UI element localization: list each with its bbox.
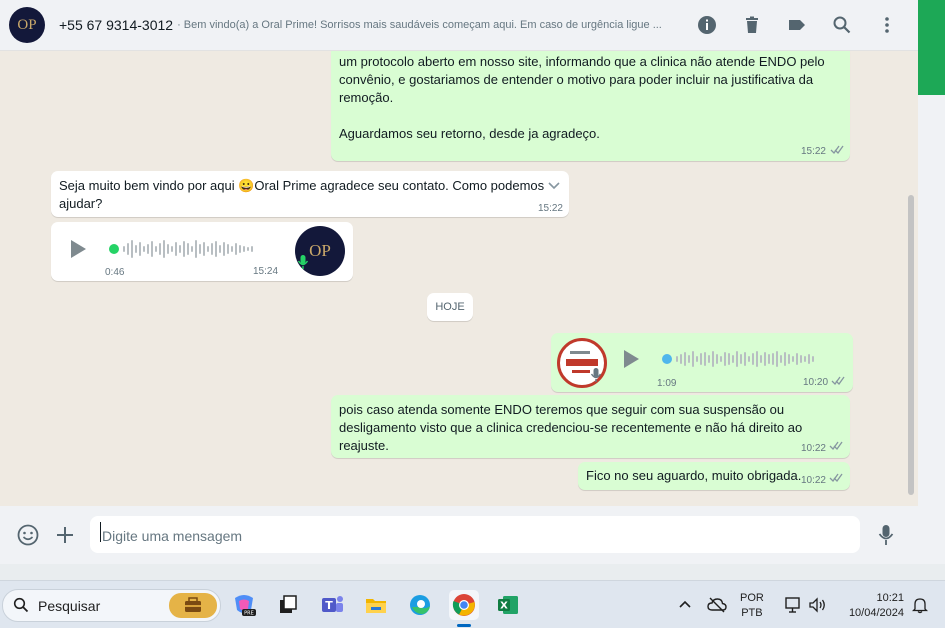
message-composer bbox=[0, 506, 918, 564]
message-time: 15:22 bbox=[537, 203, 563, 214]
double-check-icon bbox=[830, 145, 844, 158]
window-bottom-edge bbox=[0, 564, 945, 580]
double-check-icon bbox=[829, 473, 843, 486]
audio-waveform[interactable] bbox=[123, 238, 253, 260]
microphone-icon[interactable] bbox=[874, 523, 898, 547]
audio-duration: 1:09 bbox=[657, 378, 677, 389]
audio-progress-dot[interactable] bbox=[662, 354, 672, 364]
chevron-up-icon[interactable] bbox=[670, 590, 700, 620]
copilot-icon[interactable]: PRE bbox=[229, 590, 259, 620]
message-text-line: remoção. bbox=[339, 90, 394, 105]
window-edge bbox=[918, 0, 945, 95]
audio-duration: 0:46 bbox=[105, 267, 125, 278]
voice-message[interactable]: 0:46 15:24 OP bbox=[51, 222, 353, 281]
keyboard-language[interactable]: POR PTB bbox=[740, 591, 764, 621]
message-bubble[interactable]: Fico no seu aguardo, muito obrigada. 10:… bbox=[578, 462, 850, 490]
chevron-down-icon[interactable] bbox=[547, 179, 561, 193]
audio-waveform[interactable] bbox=[676, 348, 814, 370]
contact-status: · Bem vindo(a) a Oral Prime! Sorrisos ma… bbox=[177, 19, 662, 31]
message-time: 15:22 bbox=[800, 146, 826, 157]
side-panel-edge bbox=[918, 95, 945, 580]
message-text-line: pois caso atenda somente ENDO teremos qu… bbox=[339, 402, 785, 417]
double-check-icon bbox=[831, 376, 845, 389]
message-input[interactable] bbox=[90, 516, 844, 555]
file-explorer-icon[interactable] bbox=[361, 590, 391, 620]
message-text-line: desligamento visto que a clinica credenc… bbox=[339, 420, 803, 453]
message-text: ajudar? bbox=[59, 196, 103, 211]
voice-message[interactable]: 1:09 10:20 bbox=[551, 333, 853, 392]
layout-code: PTB bbox=[741, 607, 763, 619]
message-time: 15:24 bbox=[253, 266, 279, 277]
message-time: 10:20 bbox=[803, 377, 829, 388]
search-icon[interactable] bbox=[829, 12, 855, 38]
play-icon[interactable] bbox=[624, 350, 639, 368]
message-text: Oral Prime agradece seu contato. Como po… bbox=[254, 178, 545, 193]
mic-icon bbox=[297, 254, 309, 269]
chat-header: OP +55 67 9314-3012 · Bem vindo(a) a Ora… bbox=[0, 0, 918, 51]
message-bubble[interactable]: um protocolo aberto em nosso site, infor… bbox=[331, 51, 850, 161]
notification-bell-icon[interactable] bbox=[905, 590, 935, 620]
cloud-offline-icon[interactable] bbox=[702, 590, 732, 620]
text-caret bbox=[100, 522, 101, 542]
language-code: POR bbox=[740, 592, 764, 604]
message-time: 10:22 bbox=[800, 475, 826, 486]
message-bubble[interactable]: pois caso atenda somente ENDO teremos qu… bbox=[331, 395, 850, 458]
contact-name[interactable]: +55 67 9314-3012 bbox=[59, 17, 173, 33]
chat-scrollbar[interactable] bbox=[908, 195, 914, 495]
plus-icon[interactable] bbox=[53, 523, 77, 547]
menu-icon[interactable] bbox=[874, 12, 900, 38]
message-text-line: convênio, e gostariamos de entender o mo… bbox=[339, 72, 814, 87]
double-check-icon bbox=[829, 441, 843, 454]
info-icon[interactable] bbox=[694, 12, 720, 38]
volume-icon[interactable] bbox=[802, 590, 832, 620]
label-icon[interactable] bbox=[784, 12, 810, 38]
task-view-icon[interactable] bbox=[273, 590, 303, 620]
clock-date: 10/04/2024 bbox=[848, 607, 904, 619]
play-icon[interactable] bbox=[71, 240, 86, 258]
message-text: Seja muito bem vindo por aqui bbox=[59, 178, 239, 193]
svg-text:T: T bbox=[325, 599, 333, 612]
clock-time: 10:21 bbox=[876, 592, 904, 604]
svg-text:PRE: PRE bbox=[244, 611, 254, 617]
message-text: Fico no seu aguardo, muito obrigada. bbox=[586, 468, 802, 483]
edge-icon[interactable] bbox=[405, 590, 435, 620]
emoji-grin: 😀 bbox=[238, 178, 255, 193]
system-clock[interactable]: 10:21 10/04/2024 bbox=[838, 591, 904, 621]
windows-taskbar: Pesquisar PRE T X POR PTB 10:21 10/04/20… bbox=[0, 580, 945, 628]
taskbar-search[interactable]: Pesquisar bbox=[2, 589, 221, 622]
message-input-box[interactable] bbox=[90, 516, 860, 555]
audio-progress-dot[interactable] bbox=[109, 244, 119, 254]
message-time: 10:22 bbox=[800, 443, 826, 454]
search-icon bbox=[13, 597, 29, 613]
excel-icon[interactable]: X bbox=[493, 590, 523, 620]
mic-icon bbox=[590, 367, 602, 382]
svg-text:X: X bbox=[500, 601, 508, 612]
date-chip: HOJE bbox=[427, 293, 473, 321]
taskbar-search-text: Pesquisar bbox=[38, 598, 101, 614]
teams-icon[interactable]: T bbox=[317, 590, 347, 620]
contact-avatar[interactable]: OP bbox=[9, 7, 45, 43]
message-text-line: Aguardamos seu retorno, desde ja agradeç… bbox=[339, 126, 600, 141]
briefcase-icon bbox=[169, 593, 217, 618]
chat-messages-area[interactable]: um protocolo aberto em nosso site, infor… bbox=[0, 51, 918, 506]
message-bubble[interactable]: Seja muito bem vindo por aqui 😀Oral Prim… bbox=[51, 171, 569, 217]
trash-icon[interactable] bbox=[739, 12, 765, 38]
chrome-icon[interactable] bbox=[449, 590, 479, 620]
emoji-icon[interactable] bbox=[16, 523, 40, 547]
message-text-line: um protocolo aberto em nosso site, infor… bbox=[339, 54, 825, 69]
